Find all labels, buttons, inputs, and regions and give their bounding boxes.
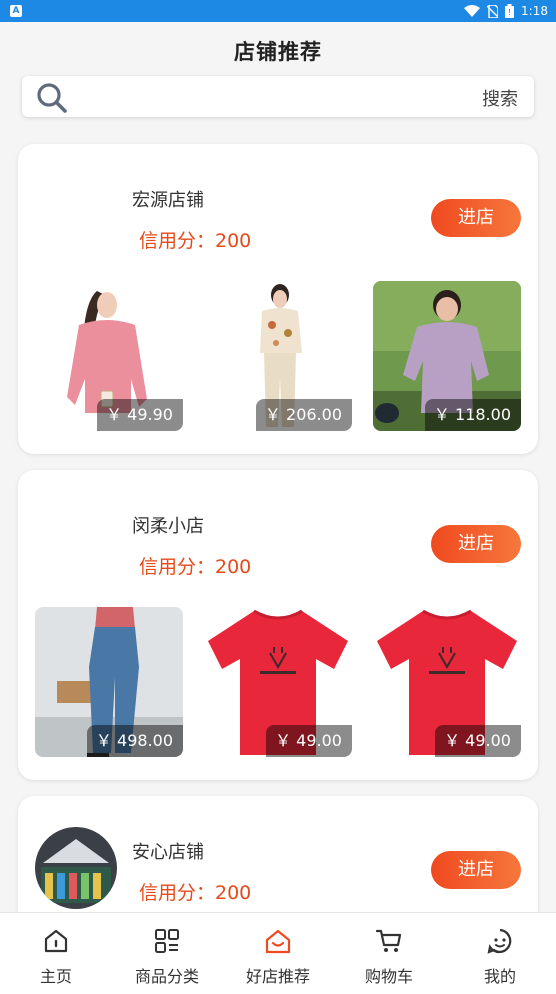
nav-item-cart[interactable]: 购物车 bbox=[339, 913, 439, 994]
nav-label: 购物车 bbox=[364, 967, 413, 986]
battery-icon: ! bbox=[505, 4, 515, 18]
shop-card[interactable]: 闵柔小店 信用分：200 进店 ￥ 498.00 ￥ 49.00 ￥ 49.00 bbox=[18, 470, 538, 780]
product-price: ￥ 206.00 bbox=[255, 399, 352, 431]
product-card[interactable]: ￥ 49.00 bbox=[204, 607, 352, 757]
store-icon bbox=[265, 929, 291, 954]
product-price: ￥ 49.00 bbox=[435, 725, 521, 757]
shop-credit: 信用分：200 bbox=[139, 882, 252, 904]
store-interior-image bbox=[35, 827, 117, 909]
shop-credit: 信用分：200 bbox=[139, 230, 252, 252]
clock: 1:18 bbox=[521, 4, 548, 18]
wifi-icon bbox=[464, 5, 481, 17]
shop-name: 宏源店铺 bbox=[132, 190, 204, 211]
nav-label: 主页 bbox=[39, 967, 72, 986]
search-icon bbox=[37, 83, 67, 113]
nav-item-shops[interactable]: 好店推荐 bbox=[228, 913, 328, 994]
no-sim-icon bbox=[487, 4, 499, 18]
nav-item-categories[interactable]: 商品分类 bbox=[117, 913, 217, 994]
nav-label: 商品分类 bbox=[134, 967, 199, 986]
cart-icon bbox=[375, 929, 402, 952]
product-card[interactable]: ￥ 49.00 bbox=[373, 607, 521, 757]
shop-credit: 信用分：200 bbox=[139, 556, 252, 578]
enter-shop-button[interactable]: 进店 bbox=[431, 525, 521, 563]
profile-icon bbox=[487, 928, 512, 954]
nav-label: 好店推荐 bbox=[245, 967, 310, 986]
product-price: ￥ 49.00 bbox=[266, 725, 352, 757]
svg-text:!: ! bbox=[508, 8, 511, 17]
nav-item-home[interactable]: 主页 bbox=[6, 913, 106, 994]
app-notification-icon: A bbox=[10, 5, 22, 17]
product-card[interactable]: ￥ 498.00 bbox=[35, 607, 183, 757]
system-icons: ! 1:18 bbox=[464, 3, 548, 19]
product-price: ￥ 118.00 bbox=[424, 399, 521, 431]
product-price: ￥ 498.00 bbox=[86, 725, 183, 757]
page-title: 店铺推荐 bbox=[234, 40, 322, 64]
bottom-navigation: 主页 商品分类 好店推荐 购物车 我的 bbox=[0, 912, 556, 994]
enter-shop-button[interactable]: 进店 bbox=[431, 199, 521, 237]
search-button[interactable]: 搜索 bbox=[482, 85, 518, 111]
product-card[interactable]: ￥ 49.90 bbox=[35, 281, 183, 431]
shop-avatar bbox=[35, 827, 117, 909]
nav-label: 我的 bbox=[483, 967, 516, 986]
nav-item-profile[interactable]: 我的 bbox=[450, 913, 550, 994]
product-card[interactable]: ￥ 206.00 bbox=[204, 281, 352, 431]
enter-shop-button[interactable]: 进店 bbox=[431, 851, 521, 889]
home-icon bbox=[44, 929, 68, 953]
shop-card[interactable]: 宏源店铺 信用分：200 进店 ￥ 49.90 ￥ 206.00 ￥ 118.0… bbox=[18, 144, 538, 454]
search-input[interactable] bbox=[92, 84, 472, 110]
shop-name: 闵柔小店 bbox=[132, 516, 204, 537]
product-card[interactable]: ￥ 118.00 bbox=[373, 281, 521, 431]
search-bar: 搜索 bbox=[22, 76, 534, 117]
shop-name: 安心店铺 bbox=[132, 842, 204, 863]
status-bar: A ! 1:18 bbox=[0, 0, 556, 22]
category-icon bbox=[155, 929, 179, 953]
product-price: ￥ 49.90 bbox=[97, 399, 183, 431]
